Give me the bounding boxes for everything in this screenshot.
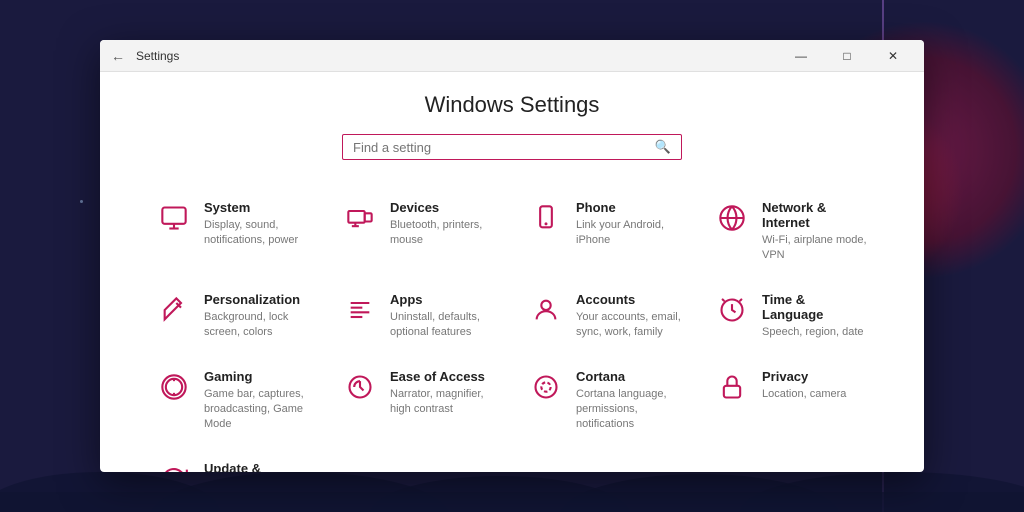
update-icon [156, 461, 192, 472]
setting-gaming[interactable]: Gaming Game bar, captures, broadcasting,… [140, 357, 326, 445]
accounts-text: Accounts Your accounts, email, sync, wor… [576, 292, 682, 341]
cortana-desc: Cortana language, permissions, notificat… [576, 387, 682, 433]
window-controls: — □ ✕ [778, 40, 916, 72]
network-name: Network & Internet [762, 200, 868, 230]
setting-accounts[interactable]: Accounts Your accounts, email, sync, wor… [512, 280, 698, 353]
phone-name: Phone [576, 200, 682, 215]
privacy-icon [714, 369, 750, 405]
devices-desc: Bluetooth, printers, mouse [390, 218, 496, 249]
maximize-button[interactable]: □ [824, 40, 870, 72]
time-desc: Speech, region, date [762, 325, 868, 340]
system-icon [156, 200, 192, 236]
apps-desc: Uninstall, defaults, optional features [390, 310, 496, 341]
gaming-icon [156, 369, 192, 405]
privacy-name: Privacy [762, 369, 868, 384]
apps-icon [342, 292, 378, 328]
update-name: Update & Security [204, 461, 310, 472]
search-icon: 🔍 [655, 139, 671, 155]
apps-text: Apps Uninstall, defaults, optional featu… [390, 292, 496, 341]
personalization-desc: Background, lock screen, colors [204, 310, 310, 341]
ease-text: Ease of Access Narrator, magnifier, high… [390, 369, 496, 418]
window-title: Settings [136, 49, 778, 63]
phone-icon [528, 200, 564, 236]
privacy-desc: Location, camera [762, 387, 868, 402]
search-box: 🔍 [342, 134, 682, 160]
phone-desc: Link your Android, iPhone [576, 218, 682, 249]
accounts-icon [528, 292, 564, 328]
network-desc: Wi-Fi, airplane mode, VPN [762, 233, 868, 264]
cortana-icon [528, 369, 564, 405]
network-icon [714, 200, 750, 236]
time-name: Time & Language [762, 292, 868, 322]
ease-desc: Narrator, magnifier, high contrast [390, 387, 496, 418]
personalization-name: Personalization [204, 292, 310, 307]
system-name: System [204, 200, 310, 215]
gaming-text: Gaming Game bar, captures, broadcasting,… [204, 369, 310, 433]
time-text: Time & Language Speech, region, date [762, 292, 868, 340]
setting-network[interactable]: Network & Internet Wi-Fi, airplane mode,… [698, 188, 884, 276]
personalization-icon [156, 292, 192, 328]
time-icon [714, 292, 750, 328]
setting-ease[interactable]: Ease of Access Narrator, magnifier, high… [326, 357, 512, 445]
cortana-text: Cortana Cortana language, permissions, n… [576, 369, 682, 433]
setting-privacy[interactable]: Privacy Location, camera [698, 357, 884, 445]
update-text: Update & Security Windows Update, recove… [204, 461, 310, 472]
setting-devices[interactable]: Devices Bluetooth, printers, mouse [326, 188, 512, 276]
accounts-name: Accounts [576, 292, 682, 307]
search-input[interactable] [353, 140, 655, 155]
accounts-desc: Your accounts, email, sync, work, family [576, 310, 682, 341]
bg-dot [80, 200, 83, 203]
settings-content: Windows Settings 🔍 System Display, sound… [100, 72, 924, 472]
gaming-desc: Game bar, captures, broadcasting, Game M… [204, 387, 310, 433]
setting-update[interactable]: Update & Security Windows Update, recove… [140, 449, 326, 472]
settings-grid: System Display, sound, notifications, po… [140, 188, 884, 472]
close-button[interactable]: ✕ [870, 40, 916, 72]
titlebar: ← Settings — □ ✕ [100, 40, 924, 72]
personalization-text: Personalization Background, lock screen,… [204, 292, 310, 341]
ease-icon [342, 369, 378, 405]
phone-text: Phone Link your Android, iPhone [576, 200, 682, 249]
system-text: System Display, sound, notifications, po… [204, 200, 310, 249]
privacy-text: Privacy Location, camera [762, 369, 868, 402]
search-container: 🔍 [140, 134, 884, 160]
back-button[interactable]: ← [108, 46, 128, 66]
cortana-name: Cortana [576, 369, 682, 384]
gaming-name: Gaming [204, 369, 310, 384]
devices-name: Devices [390, 200, 496, 215]
apps-name: Apps [390, 292, 496, 307]
system-desc: Display, sound, notifications, power [204, 218, 310, 249]
minimize-button[interactable]: — [778, 40, 824, 72]
setting-system[interactable]: System Display, sound, notifications, po… [140, 188, 326, 276]
setting-cortana[interactable]: Cortana Cortana language, permissions, n… [512, 357, 698, 445]
devices-icon [342, 200, 378, 236]
setting-phone[interactable]: Phone Link your Android, iPhone [512, 188, 698, 276]
devices-text: Devices Bluetooth, printers, mouse [390, 200, 496, 249]
ease-name: Ease of Access [390, 369, 496, 384]
setting-apps[interactable]: Apps Uninstall, defaults, optional featu… [326, 280, 512, 353]
page-title: Windows Settings [140, 92, 884, 118]
setting-personalization[interactable]: Personalization Background, lock screen,… [140, 280, 326, 353]
network-text: Network & Internet Wi-Fi, airplane mode,… [762, 200, 868, 264]
settings-window: ← Settings — □ ✕ Windows Settings 🔍 [100, 40, 924, 472]
setting-time[interactable]: Time & Language Speech, region, date [698, 280, 884, 353]
